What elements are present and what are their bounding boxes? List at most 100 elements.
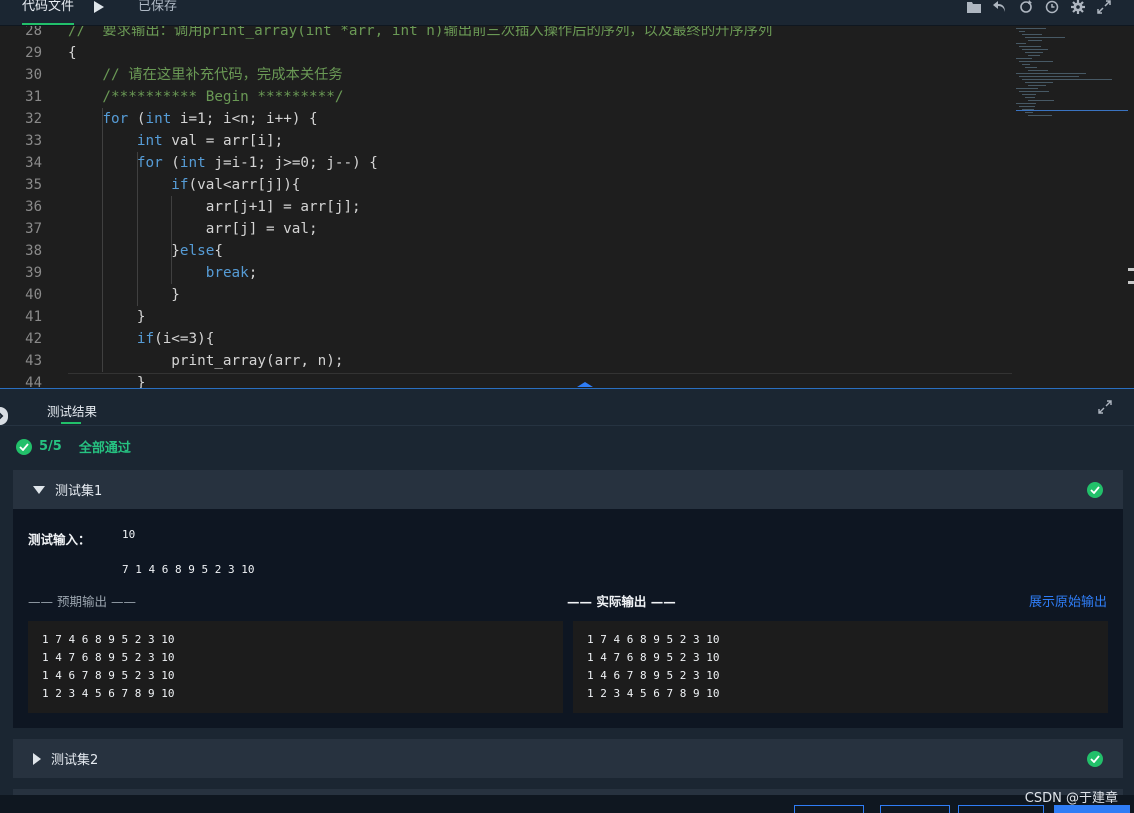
watermark: CSDN @于建章 <box>1024 791 1118 806</box>
code-line[interactable]: } <box>68 372 146 388</box>
line-number: 37 <box>25 221 42 237</box>
minimap-line <box>1025 82 1053 83</box>
line-number-gutter: 28 29 30 31 32 33 34 35 36 37 38 39 40 41 42 43 44 <box>0 26 60 388</box>
line-number: 28 <box>25 26 42 39</box>
indent-guide <box>102 108 104 372</box>
minimap-line <box>1028 85 1046 86</box>
footer-button[interactable] <box>958 805 1044 813</box>
code-line[interactable]: arr[j] = val; <box>68 218 318 240</box>
test-set-1-body: 测试输入： 10 7 1 4 6 8 9 5 2 3 10 —— 预期输出 ——… <box>13 509 1123 728</box>
collapse-sidebar-button[interactable] <box>0 407 8 425</box>
minimap-line <box>1028 55 1040 56</box>
code-line[interactable]: /********** Begin *********/ <box>68 86 343 108</box>
editor-toolbar: 代码文件 已保存 <box>0 0 1134 26</box>
footer-button[interactable] <box>880 805 950 813</box>
line-number: 29 <box>25 45 42 61</box>
minimap-line <box>1019 91 1049 92</box>
indent-guide <box>171 196 173 284</box>
actual-output-heading: —— 实际输出 —— <box>567 594 676 609</box>
expand-icon[interactable] <box>1098 400 1112 414</box>
caret-down-icon <box>33 485 45 494</box>
code-line[interactable]: for (int j=i-1; j>=0; j--) { <box>68 152 378 174</box>
test-set-title: 测试集2 <box>51 753 99 768</box>
line-number: 34 <box>25 155 42 171</box>
code-line[interactable]: } <box>68 306 146 328</box>
refresh-icon[interactable] <box>1018 0 1034 14</box>
code-line[interactable]: int val = arr[i]; <box>68 130 283 152</box>
code-editor[interactable]: 28 29 30 31 32 33 34 35 36 37 38 39 40 41 42 43 44 // 要求… <box>0 26 1134 388</box>
test-input-line: 7 1 4 6 8 9 5 2 3 10 <box>122 563 255 576</box>
divider <box>0 425 1134 426</box>
code-line[interactable]: } <box>68 284 180 306</box>
minimap-line <box>1019 76 1079 77</box>
code-line[interactable]: }else{ <box>68 240 223 262</box>
test-input-label: 测试输入： <box>28 532 91 547</box>
code-line[interactable]: // 请在这里补充代码，完成本关任务 <box>68 64 342 86</box>
undo-icon[interactable] <box>992 0 1008 14</box>
line-number: 35 <box>25 177 42 193</box>
indent-guide <box>136 152 138 306</box>
expected-output-box: 1 7 4 6 8 9 5 2 3 10 1 4 7 6 8 9 5 2 3 1… <box>28 621 563 713</box>
minimap-line <box>1025 112 1033 113</box>
check-circle-icon <box>1087 482 1103 498</box>
code-line[interactable]: for (int i=1; i<n; i++) { <box>68 108 317 130</box>
minimap-line <box>1025 37 1065 38</box>
current-line-highlight <box>68 373 1012 374</box>
line-number: 31 <box>25 89 42 105</box>
run-icon[interactable] <box>93 0 105 14</box>
minimap-line <box>1016 28 1046 29</box>
tab-code-file[interactable]: 代码文件 <box>12 0 84 26</box>
submit-button[interactable] <box>1054 805 1130 813</box>
folder-icon[interactable] <box>966 0 982 14</box>
minimap-line <box>1028 115 1052 116</box>
line-number: 38 <box>25 243 42 259</box>
line-number: 32 <box>25 111 42 127</box>
code-line[interactable]: if(i<=3){ <box>68 328 214 350</box>
test-set-2-header[interactable]: 测试集2 <box>13 739 1123 778</box>
code-line[interactable]: { <box>68 42 77 64</box>
active-tab-indicator <box>61 422 81 424</box>
gear-icon[interactable] <box>1070 0 1086 14</box>
minimap-line <box>1025 97 1035 98</box>
minimap-line <box>1016 43 1026 44</box>
line-number: 42 <box>25 331 42 347</box>
line-number: 44 <box>25 375 42 388</box>
pass-count: 5/5 <box>39 439 62 454</box>
minimap-line <box>1016 73 1086 74</box>
minimap-line <box>1022 79 1112 80</box>
minimap-viewport[interactable] <box>1016 110 1128 111</box>
fullscreen-icon[interactable] <box>1096 0 1112 14</box>
minimap-line <box>1016 58 1032 59</box>
footer-button[interactable] <box>794 805 864 813</box>
code-line[interactable]: arr[j+1] = arr[j]; <box>68 196 361 218</box>
code-line[interactable]: print_array(arr, n); <box>68 350 343 372</box>
minimap-line <box>1028 70 1048 71</box>
minimap[interactable] <box>1016 26 1128 126</box>
expected-output-heading: —— 预期输出 —— <box>28 594 136 609</box>
actual-output-line: 1 4 7 6 8 9 5 2 3 10 <box>587 651 720 664</box>
show-raw-output-link[interactable]: 展示原始输出 <box>1029 591 1107 610</box>
code-line[interactable]: // 要求输出：调用print_array(int *arr, int n)输出… <box>68 26 772 42</box>
chevron-right-icon <box>0 412 4 420</box>
test-set-title: 测试集1 <box>55 484 103 499</box>
minimap-line <box>1016 103 1036 104</box>
pass-summary: 5/5 全部通过 <box>16 437 131 456</box>
line-number: 33 <box>25 133 42 149</box>
caret-right-icon <box>33 752 41 765</box>
code-line[interactable]: break; <box>68 262 258 284</box>
tab-test-results[interactable]: 测试结果 <box>47 401 97 420</box>
minimap-line <box>1022 34 1042 35</box>
history-icon[interactable] <box>1044 0 1060 14</box>
minimap-line <box>1028 100 1054 101</box>
minimap-line <box>1022 94 1036 95</box>
expected-output-line: 1 7 4 6 8 9 5 2 3 10 <box>42 633 175 646</box>
expected-output-line: 1 2 3 4 5 6 7 8 9 10 <box>42 687 175 700</box>
test-set-1-header[interactable]: 测试集1 <box>13 470 1123 509</box>
tab-code-file-label: 代码文件 <box>22 0 75 14</box>
actual-output-box: 1 7 4 6 8 9 5 2 3 10 1 4 7 6 8 9 5 2 3 1… <box>573 621 1108 713</box>
scrollbar-marker[interactable] <box>1128 268 1134 284</box>
expected-output-line: 1 4 6 7 8 9 5 2 3 10 <box>42 669 175 682</box>
toolbar-icons <box>966 0 1112 14</box>
actual-output-line: 1 7 4 6 8 9 5 2 3 10 <box>587 633 720 646</box>
active-tab-indicator <box>22 23 75 25</box>
